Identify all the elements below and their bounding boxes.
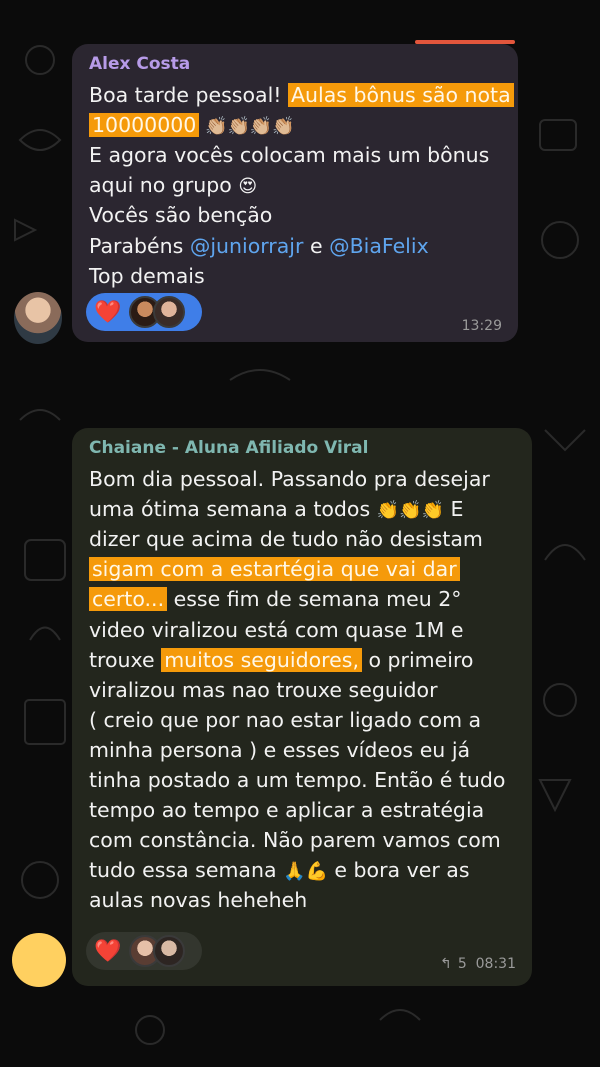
heart-reaction-icon: ❤️ xyxy=(94,938,122,964)
message-line: Parabéns @juniorrajr e @BiaFelix xyxy=(89,231,429,261)
text-segment: tempo ao tempo e aplicar a estratégia xyxy=(89,798,485,823)
text-segment: com constância. Não parem vamos com xyxy=(89,828,501,853)
text-segment: trouxe xyxy=(89,647,162,672)
text-segment: Vocês são benção xyxy=(89,203,273,228)
text-segment: viralizou mas nao trouxe seguidor xyxy=(89,677,438,702)
text-segment: e bora ver as xyxy=(327,858,470,883)
message-line: tempo ao tempo e aplicar a estratégia xyxy=(89,795,484,825)
text-segment: Bom dia pessoal. Passando pra desejar xyxy=(89,467,490,491)
emoji: 👏🏼👏🏼👏🏼👏🏼 xyxy=(199,116,295,138)
text-segment: E xyxy=(443,497,464,522)
sender-name[interactable]: Alex Costa xyxy=(89,54,190,74)
message-line: Bom dia pessoal. Passando pra desejar xyxy=(89,464,490,494)
message-timestamp: 13:29 xyxy=(461,318,502,334)
reactions-pill[interactable]: ❤️ xyxy=(86,293,202,331)
text-segment: video viralizou está com quase 1M e xyxy=(89,617,464,642)
text-segment: ( creio que por nao estar ligado com a xyxy=(89,707,482,732)
message-line: minha persona ) e esses vídeos eu já xyxy=(89,735,470,765)
user-mention-link[interactable]: @juniorrajr xyxy=(190,234,304,258)
text-segment: tudo essa semana xyxy=(89,858,284,883)
text-segment: E agora vocês colocam mais um bônus xyxy=(89,143,490,168)
message-line: tinha postado a um tempo. Então é tudo xyxy=(89,765,505,795)
highlighted-text: certo... xyxy=(89,587,168,612)
emoji: 🙏💪 xyxy=(283,861,328,883)
message-meta: ↰ 5 08:31 xyxy=(440,956,516,972)
message-line: Boa tarde pessoal! Aulas bônus são nota xyxy=(89,80,514,110)
message-bubble[interactable]: Chaiane - Aluna Afiliado Viral Bom dia p… xyxy=(72,428,532,986)
text-segment: Top demais xyxy=(89,263,205,288)
message-line: viralizou mas nao trouxe seguidor xyxy=(89,675,438,705)
highlighted-text: Aulas bônus são nota xyxy=(288,83,514,107)
message-line: 10000000 👏🏼👏🏼👏🏼👏🏼 xyxy=(89,110,295,140)
message-line: aulas novas heheheh xyxy=(89,885,307,915)
highlighted-text: 10000000 xyxy=(89,113,200,138)
message-line: E agora vocês colocam mais um bônus xyxy=(89,140,489,170)
text-segment: Boa tarde pessoal! xyxy=(89,83,289,107)
text-segment: o primeiro xyxy=(361,647,474,672)
message-bubble[interactable]: Alex Costa Boa tarde pessoal! Aulas bônu… xyxy=(72,44,518,342)
message-line: aqui no grupo 😍 xyxy=(89,170,257,200)
message-line: uma ótima semana a todos 👏👏👏 E xyxy=(89,494,463,524)
forward-icon: ↰ xyxy=(440,956,452,972)
emoji: 😍 xyxy=(238,176,258,198)
text-segment: minha persona ) e esses vídeos eu já xyxy=(89,737,471,762)
message-timestamp: 08:31 xyxy=(475,956,516,972)
avatar[interactable] xyxy=(12,933,66,987)
highlighted-text: sigam com a estartégia que vai dar xyxy=(89,557,460,582)
text-segment: uma ótima semana a todos xyxy=(89,497,377,522)
message-line: Top demais xyxy=(89,261,205,291)
text-segment: aulas novas heheheh xyxy=(89,888,308,913)
message-line: certo... esse fim de semana meu 2° xyxy=(89,584,462,614)
text-segment: e xyxy=(303,233,330,258)
text-segment: aqui no grupo xyxy=(89,173,239,198)
message-line: com constância. Não parem vamos com xyxy=(89,825,501,855)
message-line: tudo essa semana 🙏💪 e bora ver as xyxy=(89,855,470,885)
message-line: trouxe muitos seguidores, o primeiro xyxy=(89,645,473,675)
heart-reaction-icon: ❤️ xyxy=(94,299,122,325)
forward-count: 5 xyxy=(457,956,467,972)
message-line: dizer que acima de tudo não desistam xyxy=(89,524,483,554)
avatar xyxy=(153,935,186,967)
message-line: video viralizou está com quase 1M e xyxy=(89,615,463,645)
text-segment: tinha postado a um tempo. Então é tudo xyxy=(89,768,506,792)
text-segment: dizer que acima de tudo não desistam xyxy=(89,527,483,552)
reactions-pill[interactable]: ❤️ xyxy=(86,932,202,970)
message-line: ( creio que por nao estar ligado com a xyxy=(89,705,481,735)
sender-name[interactable]: Chaiane - Aluna Afiliado Viral xyxy=(89,438,368,458)
user-mention-link[interactable]: @BiaFelix xyxy=(329,234,429,258)
text-segment: Parabéns xyxy=(89,233,190,258)
avatar xyxy=(153,296,186,328)
text-segment: esse fim de semana meu 2° xyxy=(167,587,462,612)
avatar[interactable] xyxy=(14,292,62,344)
emoji: 👏👏👏 xyxy=(376,500,444,522)
highlighted-text: muitos seguidores, xyxy=(161,647,362,672)
message-line: sigam com a estartégia que vai dar xyxy=(89,554,460,584)
message-line: Vocês são benção xyxy=(89,200,272,230)
